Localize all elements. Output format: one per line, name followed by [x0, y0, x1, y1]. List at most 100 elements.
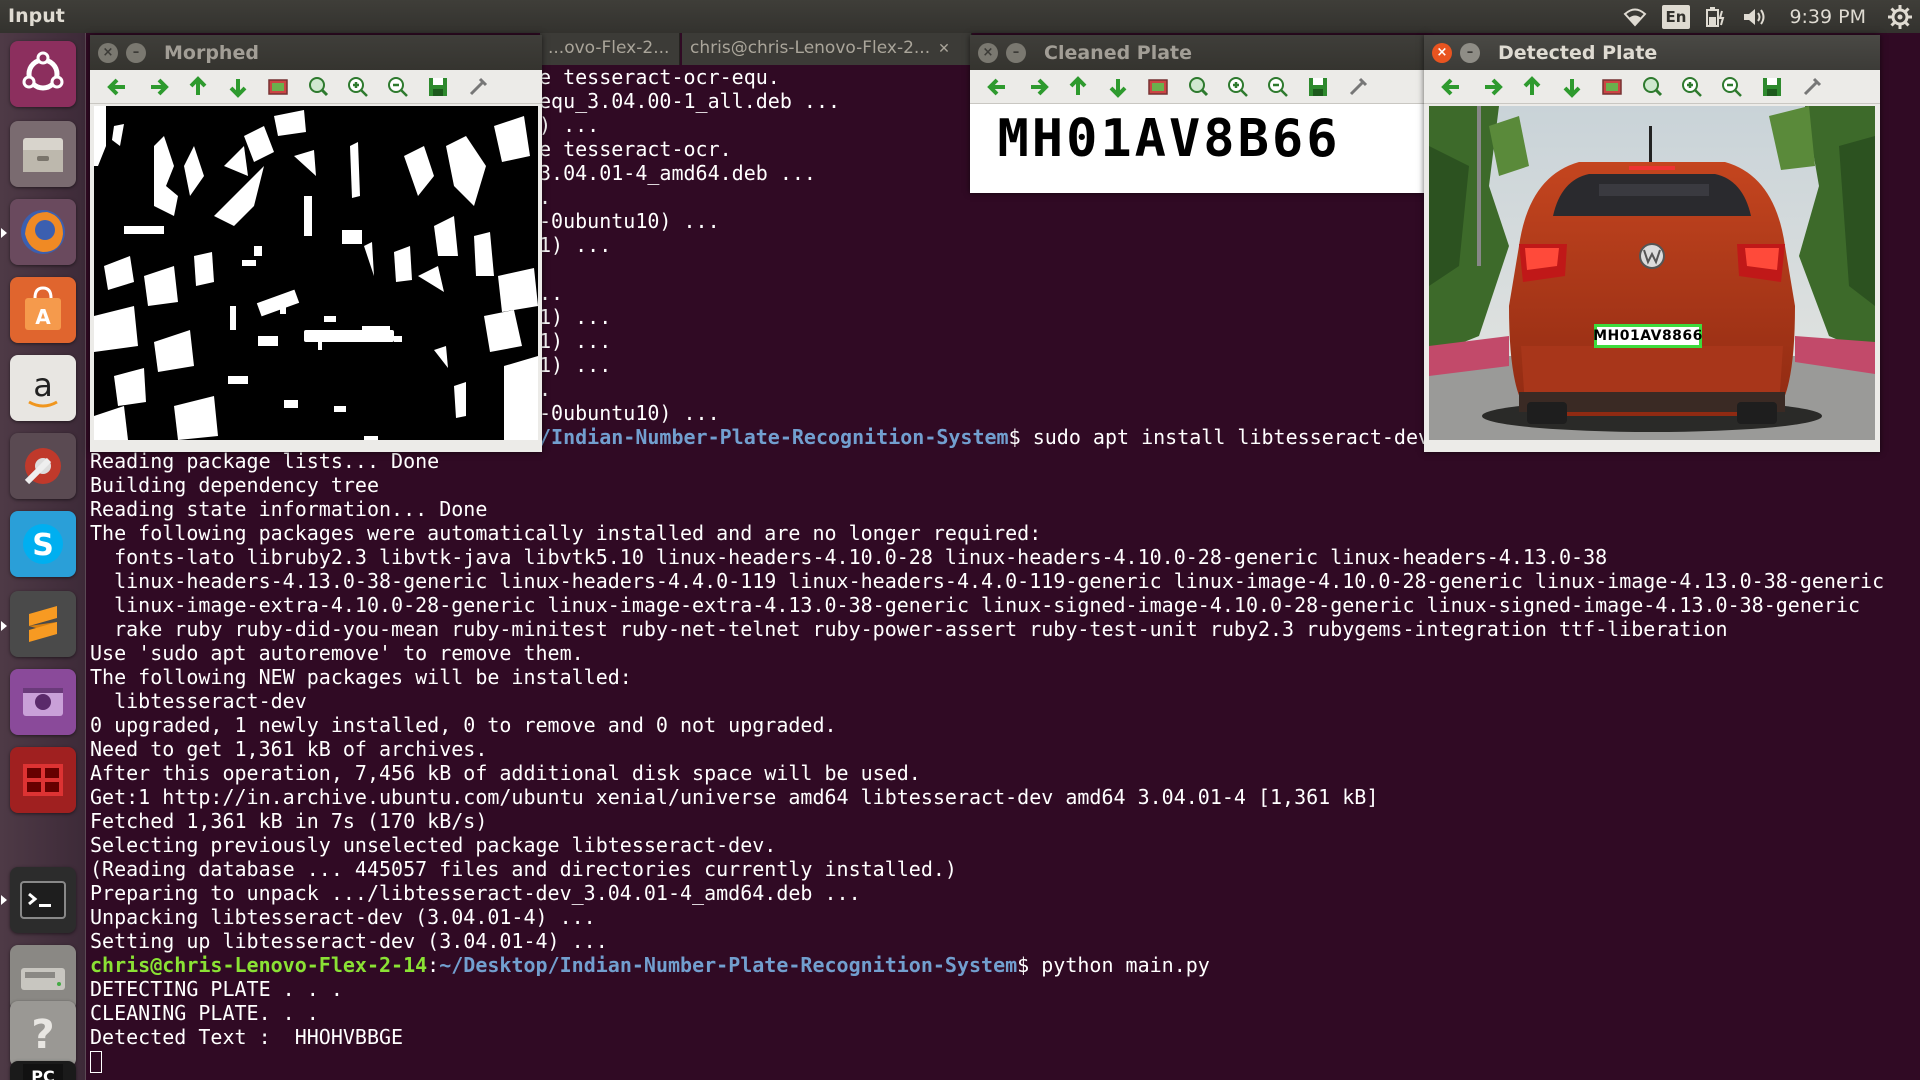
save-icon[interactable]: [1752, 72, 1792, 102]
terminal-line: -0ubuntu10) ...: [539, 401, 720, 425]
properties-icon[interactable]: [1338, 72, 1378, 102]
zoom-fit-icon[interactable]: [298, 72, 338, 102]
minimize-button[interactable]: –: [1460, 42, 1480, 63]
properties-icon[interactable]: [1792, 72, 1832, 102]
volume-icon[interactable]: [1742, 0, 1768, 33]
zoom-original-icon[interactable]: [258, 72, 298, 102]
svg-text:S: S: [32, 528, 54, 563]
pan-left-icon[interactable]: [978, 72, 1018, 102]
morphed-window[interactable]: × – Morphed: [90, 35, 542, 452]
zoom-out-icon[interactable]: [1258, 72, 1298, 102]
svg-text:A: A: [35, 305, 51, 329]
sublime-text-icon[interactable]: [10, 591, 76, 657]
image-toolbar: [1424, 70, 1880, 104]
window-titlebar[interactable]: × – Cleaned Plate: [970, 35, 1426, 70]
pan-down-icon[interactable]: [1552, 72, 1592, 102]
save-icon[interactable]: [1298, 72, 1338, 102]
terminal-icon[interactable]: [10, 867, 76, 933]
ubuntu-dash-icon[interactable]: [10, 41, 76, 107]
terminal-line: Use 'sudo apt autoremove' to remove them…: [90, 641, 584, 665]
close-button[interactable]: ×: [98, 42, 118, 63]
pan-right-icon[interactable]: [138, 72, 178, 102]
window-titlebar[interactable]: × – Morphed: [90, 35, 542, 70]
terminal-tab[interactable]: ...ovo-Flex-2... ✕: [540, 33, 680, 65]
terminal-prompt-line: /Indian-Number-Plate-Recognition-System$…: [539, 425, 1430, 449]
terminal-line: linux-image-extra-4.10.0-28-generic linu…: [90, 593, 1861, 617]
terminal-line: 1) ...: [539, 329, 612, 353]
pan-down-icon[interactable]: [1098, 72, 1138, 102]
firefox-icon[interactable]: [10, 199, 76, 265]
system-settings-icon[interactable]: [10, 433, 76, 499]
zoom-original-icon[interactable]: [1138, 72, 1178, 102]
screen-recorder-icon[interactable]: [10, 669, 76, 735]
pan-up-icon[interactable]: [178, 72, 218, 102]
terminal-line: After this operation, 7,456 kB of additi…: [90, 761, 921, 785]
close-button[interactable]: ×: [978, 42, 998, 63]
terminal-command: sudo apt install libtesseract-dev: [1032, 425, 1431, 449]
minimize-button[interactable]: –: [126, 42, 146, 63]
files-icon[interactable]: [10, 121, 76, 187]
terminal-line: 0 upgraded, 1 newly installed, 0 to remo…: [90, 713, 837, 737]
terminal-cursor-line[interactable]: [90, 1049, 102, 1073]
properties-icon[interactable]: [458, 72, 498, 102]
terminal-tab-label: chris@chris-Lenovo-Flex-2...: [690, 38, 931, 58]
pan-up-icon[interactable]: [1058, 72, 1098, 102]
clock[interactable]: 9:39 PM: [1789, 0, 1866, 33]
zoom-original-icon[interactable]: [1592, 72, 1632, 102]
zoom-fit-icon[interactable]: [1632, 72, 1672, 102]
close-icon[interactable]: ✕: [677, 41, 679, 57]
close-icon[interactable]: ✕: [938, 41, 950, 57]
skype-icon[interactable]: S: [10, 511, 76, 577]
minimize-button[interactable]: –: [1006, 42, 1026, 63]
prompt-path: /Indian-Number-Plate-Recognition-System: [539, 425, 1009, 449]
window-titlebar[interactable]: × – Detected Plate: [1424, 35, 1880, 70]
terminal-line: linux-headers-4.13.0-38-generic linux-he…: [90, 569, 1885, 593]
pan-left-icon[interactable]: [1432, 72, 1472, 102]
terminal-line: Unpacking libtesseract-dev (3.04.01-4) .…: [90, 905, 596, 929]
terminal-line: Preparing to unpack .../libtesseract-dev…: [90, 881, 861, 905]
prompt-symbol: $: [1008, 425, 1021, 449]
pan-right-icon[interactable]: [1472, 72, 1512, 102]
battery-icon[interactable]: [1704, 0, 1728, 33]
zoom-out-icon[interactable]: [1712, 72, 1752, 102]
detected-text-line: Detected Text : HHOHVBBGE: [90, 1025, 404, 1049]
zoom-out-icon[interactable]: [378, 72, 418, 102]
pan-left-icon[interactable]: [98, 72, 138, 102]
image-toolbar: [970, 70, 1426, 104]
save-icon[interactable]: [418, 72, 458, 102]
zoom-in-icon[interactable]: [1672, 72, 1712, 102]
amazon-icon[interactable]: a: [10, 355, 76, 421]
detected-plate-window[interactable]: × – Detected Plate MH01AV8866: [1424, 35, 1880, 452]
terminal-tab-label: ...ovo-Flex-2...: [548, 38, 670, 58]
cleaned-plate-window[interactable]: × – Cleaned Plate MH01AV8B66: [970, 35, 1426, 193]
terminal-command: python main.py: [1041, 953, 1210, 977]
zoom-in-icon[interactable]: [338, 72, 378, 102]
zoom-fit-icon[interactable]: [1178, 72, 1218, 102]
terminal-line: libtesseract-dev: [90, 689, 307, 713]
prompt-path: ~/Desktop/Indian-Number-Plate-Recognitio…: [439, 953, 1018, 977]
image-canvas[interactable]: MH01AV8866: [1424, 104, 1880, 452]
terminal-line: rake ruby ruby-did-you-mean ruby-minites…: [90, 617, 1728, 641]
pycharm-icon[interactable]: PC: [10, 1061, 76, 1080]
ubuntu-software-icon[interactable]: A: [10, 277, 76, 343]
morphed-image: [94, 106, 538, 440]
window-title: Morphed: [164, 41, 259, 64]
image-canvas[interactable]: MH01AV8B66: [970, 104, 1426, 193]
terminal-line: (Reading database ... 445057 files and d…: [90, 857, 957, 881]
zoom-in-icon[interactable]: [1218, 72, 1258, 102]
terminal-line: CLEANING PLATE. . .: [90, 1001, 319, 1025]
wifi-icon[interactable]: [1622, 0, 1648, 33]
terminal-line: ) ...: [539, 113, 600, 137]
terminal-line: The following NEW packages will be insta…: [90, 665, 632, 689]
terminal-line: 3.04.01-4_amd64.deb ...: [539, 161, 816, 185]
svg-text:?: ?: [31, 1012, 54, 1058]
pan-up-icon[interactable]: [1512, 72, 1552, 102]
image-canvas[interactable]: [90, 104, 542, 452]
pan-down-icon[interactable]: [218, 72, 258, 102]
pan-right-icon[interactable]: [1018, 72, 1058, 102]
keyboard-layout-indicator[interactable]: En: [1661, 4, 1691, 29]
close-button[interactable]: ×: [1432, 42, 1452, 63]
gear-icon[interactable]: [1887, 0, 1913, 33]
terminal-tab[interactable]: chris@chris-Lenovo-Flex-2... ✕: [682, 33, 972, 65]
video-editor-icon[interactable]: [10, 747, 76, 813]
